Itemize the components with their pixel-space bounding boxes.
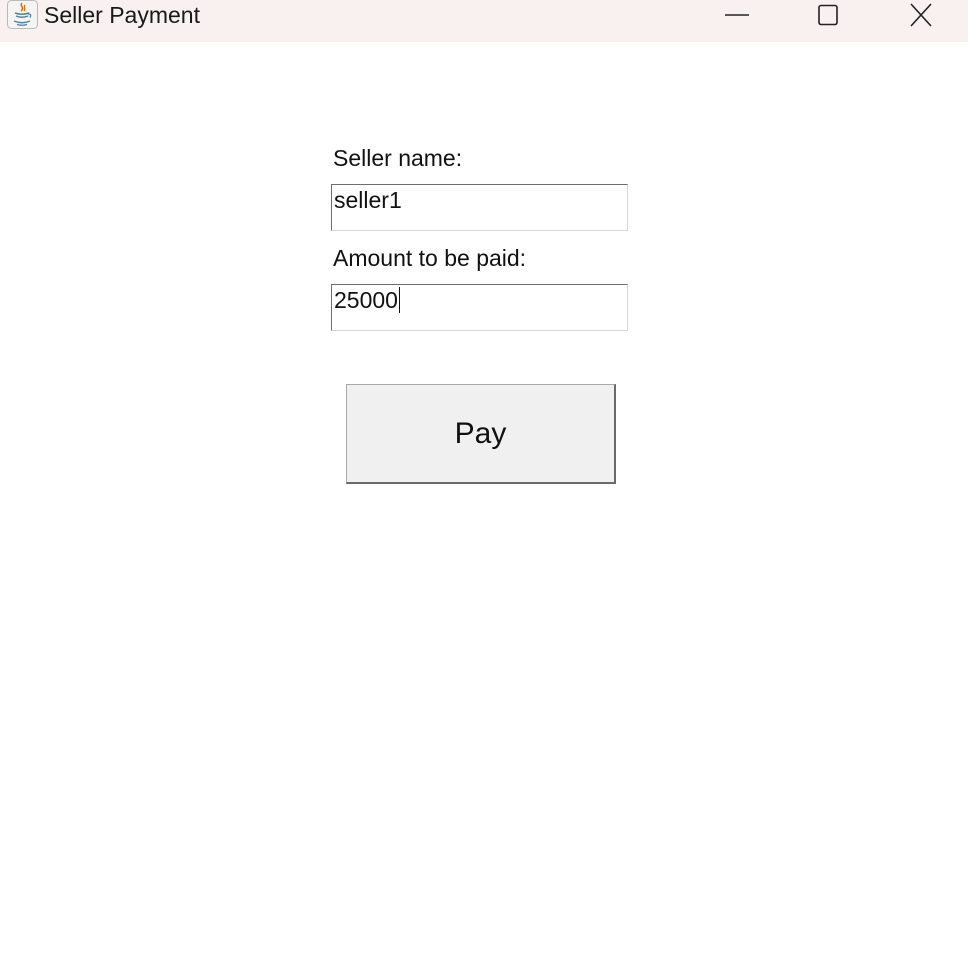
amount-field[interactable]: 25000: [331, 284, 628, 331]
seller-name-value: seller1: [334, 187, 402, 213]
maximize-button[interactable]: [805, 0, 851, 30]
java-cup-icon: [7, 0, 38, 29]
pay-button-label: Pay: [454, 416, 507, 450]
close-button[interactable]: [898, 0, 944, 30]
seller-name-field[interactable]: seller1: [331, 184, 628, 231]
window-title: Seller Payment: [44, 2, 200, 28]
minimize-button[interactable]: [714, 0, 760, 30]
close-icon: [910, 3, 932, 27]
amount-value-wrap: 25000: [334, 287, 400, 313]
minimize-icon: [725, 14, 749, 16]
title-bar[interactable]: Seller Payment: [0, 0, 968, 42]
text-caret: [398, 287, 400, 313]
amount-label: Amount to be paid:: [333, 245, 527, 271]
maximize-icon: [818, 4, 838, 26]
app-window: Seller Payment Seller name: seller1 Amou…: [0, 0, 968, 966]
seller-name-label: Seller name:: [333, 145, 463, 171]
pay-button[interactable]: Pay: [346, 384, 616, 484]
amount-value: 25000: [334, 287, 398, 313]
